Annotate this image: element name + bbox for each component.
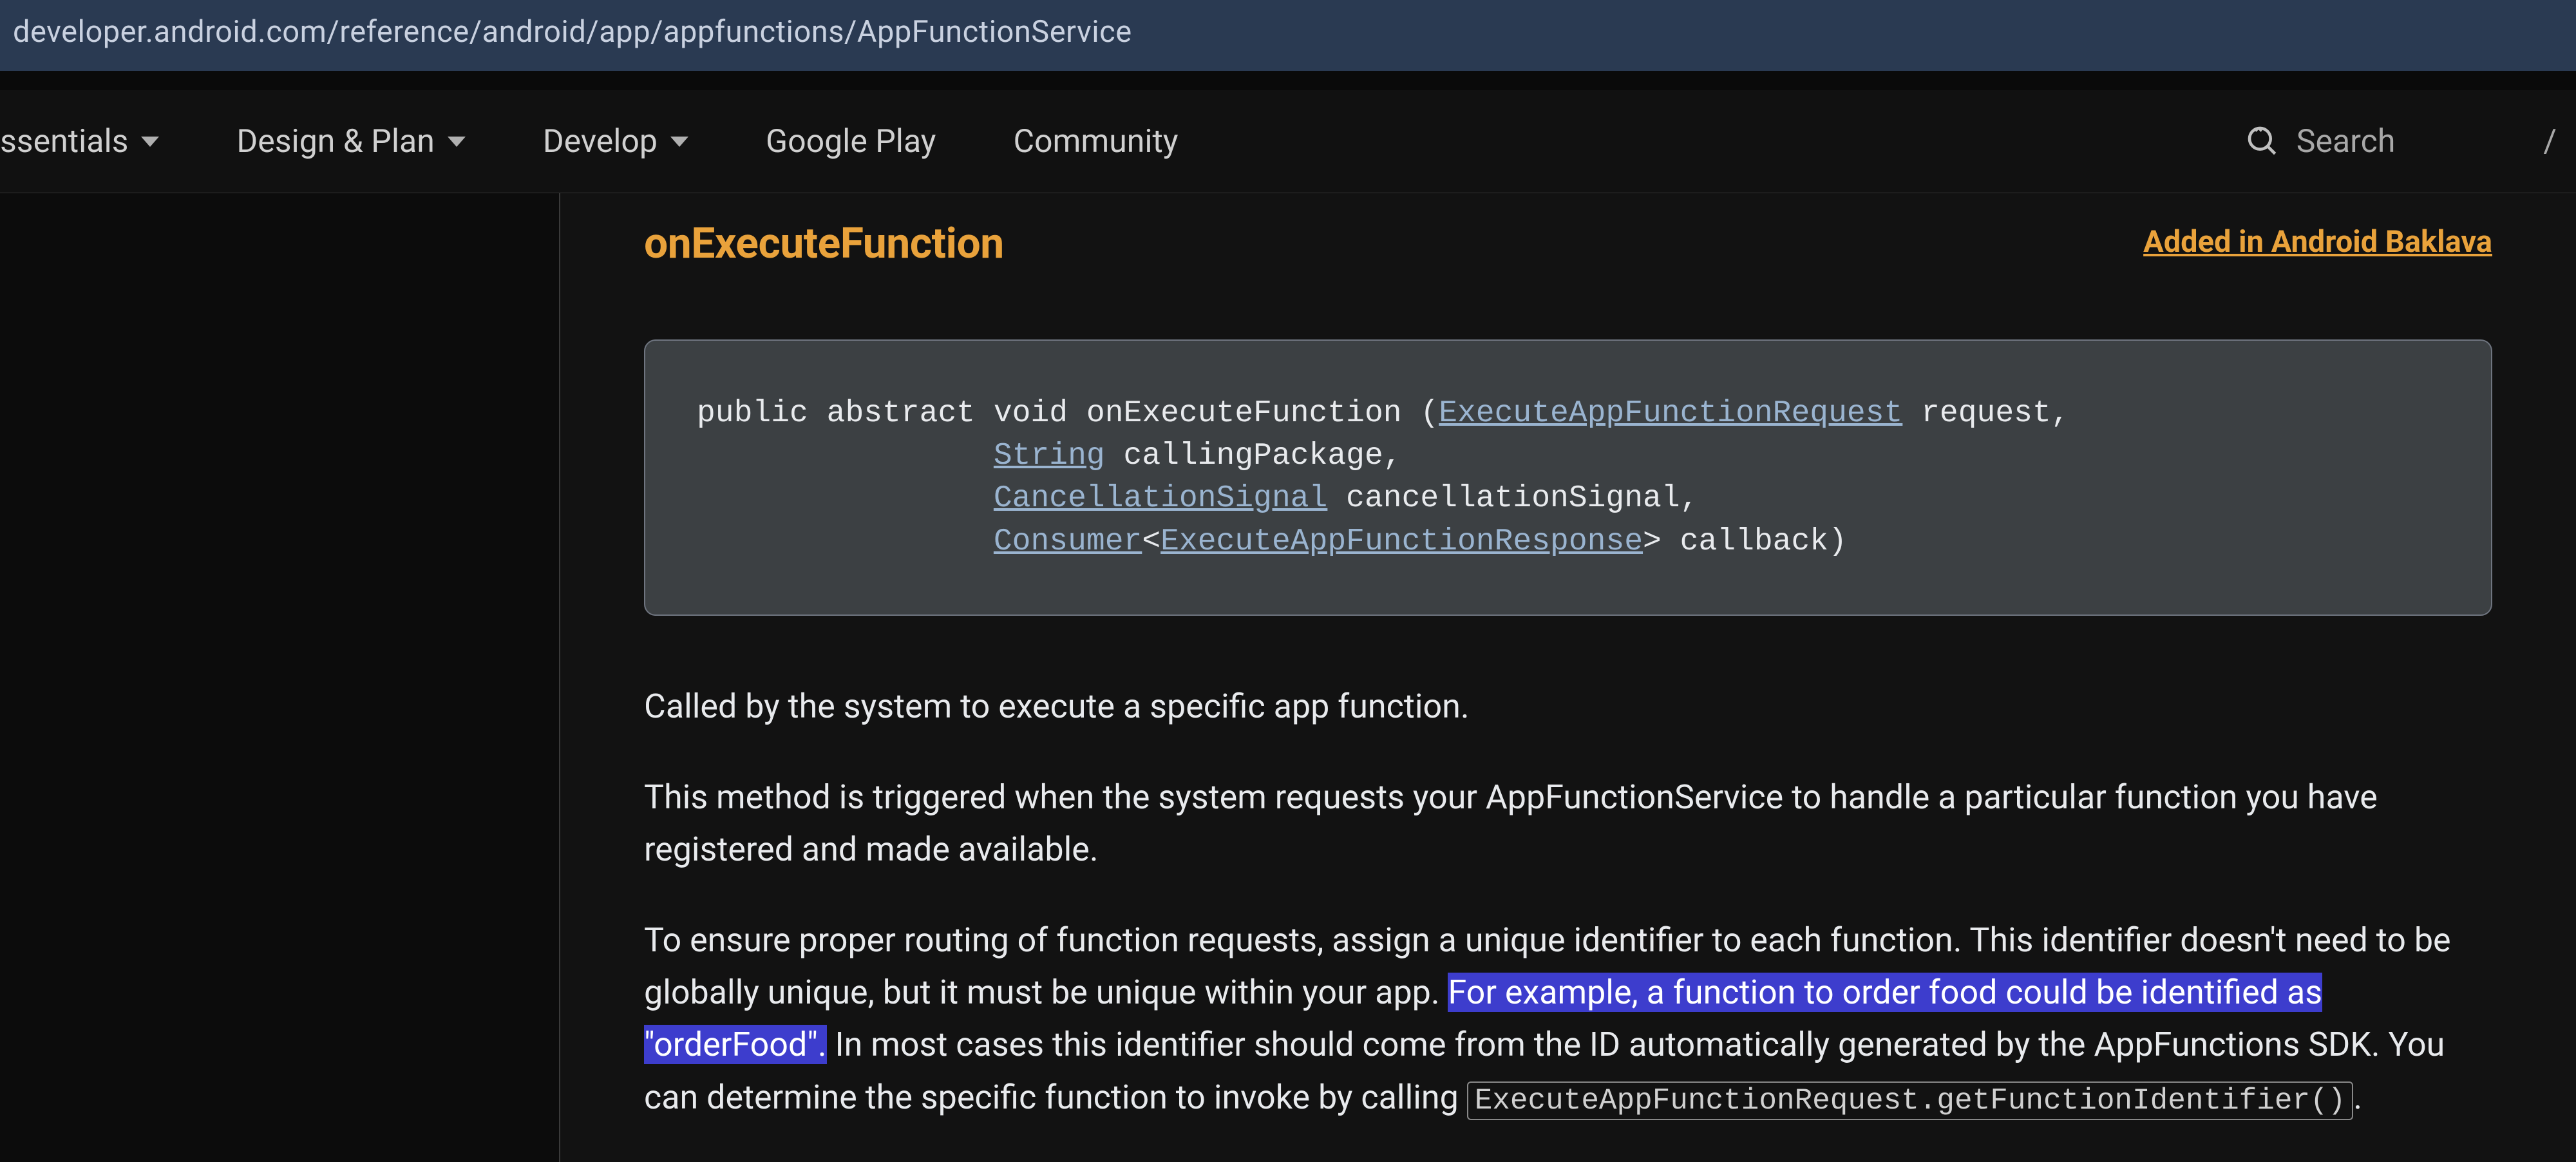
nav-item-google-play[interactable]: Google Play xyxy=(727,97,974,186)
content-area: onExecuteFunction Added in Android Bakla… xyxy=(560,193,2576,1162)
sig-text: < xyxy=(1142,524,1160,559)
url-separator xyxy=(0,71,2576,90)
link-string[interactable]: String xyxy=(994,439,1105,473)
nav-item-community[interactable]: Community xyxy=(974,97,1217,186)
url-text: developer.android.com/reference/android/… xyxy=(13,14,1132,50)
left-sidebar xyxy=(0,193,560,1162)
browser-url-bar[interactable]: developer.android.com/reference/android/… xyxy=(0,0,2576,71)
link-consumer[interactable]: Consumer xyxy=(994,524,1142,559)
nav-label: Develop xyxy=(543,123,658,160)
method-signature-block: public abstract void onExecuteFunction (… xyxy=(644,339,2492,616)
inline-code-getfunctionidentifier[interactable]: ExecuteAppFunctionRequest.getFunctionIde… xyxy=(1467,1081,2354,1120)
chevron-down-icon xyxy=(141,137,159,147)
sig-indent xyxy=(697,439,994,473)
chevron-down-icon xyxy=(448,137,466,147)
search-placeholder: Search xyxy=(2297,123,2396,160)
link-cancellationsignal[interactable]: CancellationSignal xyxy=(994,481,1327,516)
nav-item-design-plan[interactable]: Design & Plan xyxy=(198,97,504,186)
link-executeappfunctionrequest[interactable]: ExecuteAppFunctionRequest xyxy=(1439,396,1902,431)
para3-text-c: . xyxy=(2353,1078,2362,1117)
sig-indent xyxy=(697,481,994,516)
sig-text: request, xyxy=(1902,396,2088,431)
nav-label: Google Play xyxy=(766,123,936,160)
sig-text: cancellationSignal, xyxy=(1327,481,1717,516)
sig-prefix: public abstract void onExecuteFunction ( xyxy=(697,396,1439,431)
chevron-down-icon xyxy=(670,137,688,147)
sig-indent xyxy=(697,524,994,559)
heading-row: onExecuteFunction Added in Android Bakla… xyxy=(644,219,2492,269)
top-nav: ssentials Design & Plan Develop Google P… xyxy=(0,90,2576,193)
sig-text: > callback) xyxy=(1643,524,1847,559)
method-heading: onExecuteFunction xyxy=(644,219,1004,269)
search-shortcut-hint: / xyxy=(2543,123,2557,160)
nav-item-essentials[interactable]: ssentials xyxy=(0,97,198,186)
nav-left: ssentials Design & Plan Develop Google P… xyxy=(0,97,2226,186)
api-added-link[interactable]: Added in Android Baklava xyxy=(2143,224,2492,260)
paragraph-1: Called by the system to execute a specif… xyxy=(644,680,2492,732)
nav-right: Search / xyxy=(2226,123,2557,160)
search-icon xyxy=(2245,124,2281,160)
paragraph-3: To ensure proper routing of function req… xyxy=(644,914,2492,1124)
sig-text: callingPackage, xyxy=(1105,439,1421,473)
nav-label: ssentials xyxy=(0,123,128,160)
main-layout: onExecuteFunction Added in Android Bakla… xyxy=(0,193,2576,1162)
paragraph-2: This method is triggered when the system… xyxy=(644,771,2492,875)
nav-label: Community xyxy=(1013,123,1178,160)
link-executeappfunctionresponse[interactable]: ExecuteAppFunctionResponse xyxy=(1160,524,1643,559)
search-button[interactable]: Search xyxy=(2226,123,2415,160)
nav-label: Design & Plan xyxy=(236,123,434,160)
nav-item-develop[interactable]: Develop xyxy=(504,97,727,186)
